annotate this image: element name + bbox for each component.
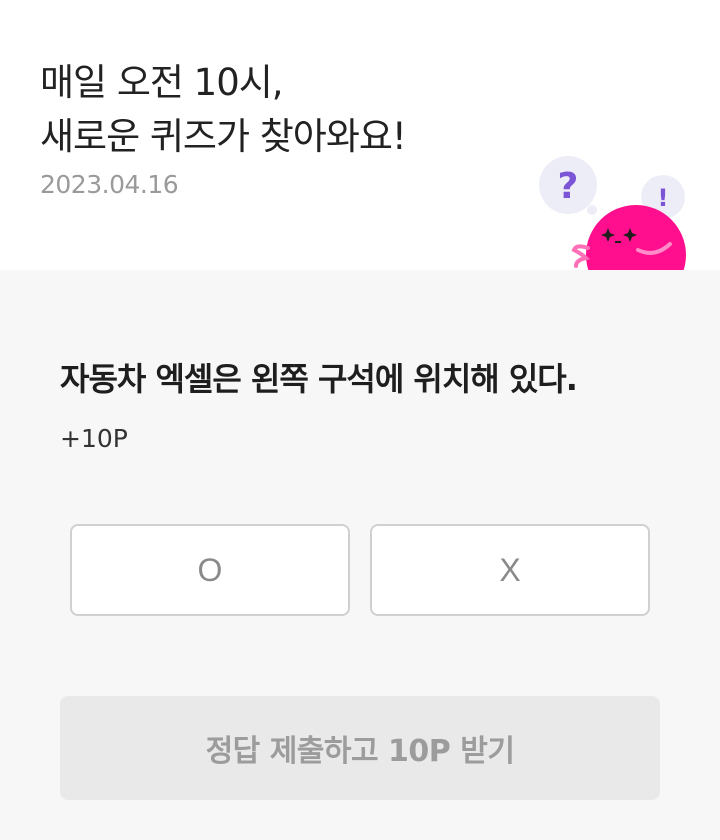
quiz-header: 매일 오전 10시, 새로운 퀴즈가 찾아와요! 2023.04.16 ? ! (0, 0, 720, 270)
mascot-arm (571, 244, 591, 268)
quiz-question: 자동차 엑셀은 왼쪽 구석에 위치해 있다. (60, 360, 578, 398)
quiz-panel: 자동차 엑셀은 왼쪽 구석에 위치해 있다. +10P O X 정답 제출하고 … (0, 270, 720, 840)
submit-answer-button[interactable]: 정답 제출하고 10P 받기 (60, 696, 660, 800)
headline-line-1: 매일 오전 10시, (40, 61, 284, 104)
points-reward: +10P (60, 424, 128, 453)
page-title: 매일 오전 10시, 새로운 퀴즈가 찾아와요! (40, 56, 407, 164)
quiz-date: 2023.04.16 (40, 170, 179, 199)
answer-o-button[interactable]: O (70, 524, 350, 616)
headline-line-2: 새로운 퀴즈가 찾아와요! (40, 115, 407, 158)
bubble-tail (587, 205, 597, 215)
exclamation-mark-icon: ! (658, 184, 669, 212)
answer-x-button[interactable]: X (370, 524, 650, 616)
question-mark-icon: ? (558, 166, 579, 207)
mascot-illustration: ? ! (539, 156, 686, 270)
